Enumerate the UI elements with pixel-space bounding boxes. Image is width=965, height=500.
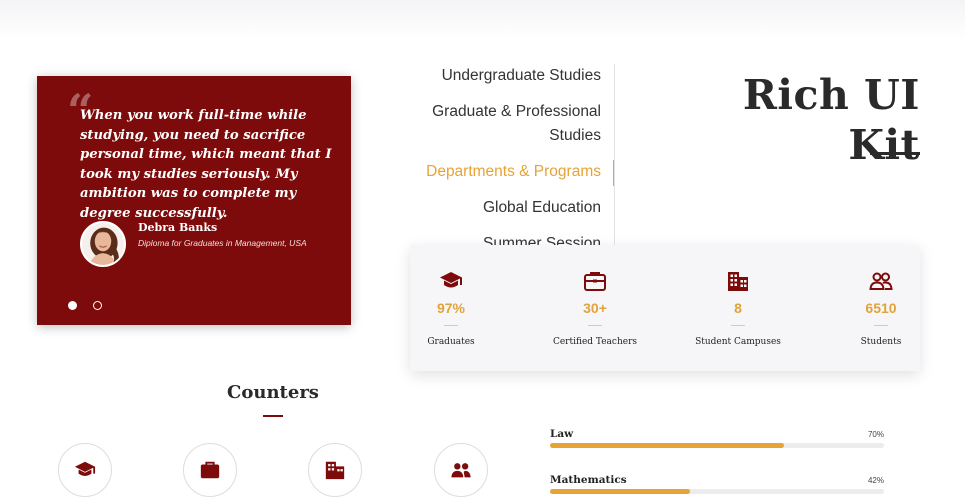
briefcase-icon: [200, 461, 220, 479]
nav-item-4[interactable]: Global Education: [410, 196, 614, 220]
nav-item-5[interactable]: Summer Session: [410, 232, 614, 246]
building-icon: [728, 272, 748, 291]
nav-item-2[interactable]: Graduate & Professional Studies: [410, 100, 614, 148]
counter-circle-students: [434, 443, 488, 497]
graduation-cap-icon: [74, 461, 96, 476]
top-strip: [0, 0, 965, 40]
stat-divider: [874, 325, 888, 326]
author-role: Diploma for Graduates in Management, USA: [138, 238, 307, 248]
author-name: Debra Banks: [138, 221, 218, 234]
progress-track: [550, 443, 884, 448]
progress-track: [550, 489, 884, 494]
title-underline: [870, 152, 920, 155]
nav-item-1[interactable]: Undergraduate Studies: [410, 64, 614, 88]
vertical-nav: Undergraduate Studies Graduate & Professi…: [410, 64, 615, 246]
section-underline: [263, 415, 283, 417]
nav-item-3[interactable]: Departments & Programs: [410, 160, 614, 186]
counter-circle-teachers: [183, 443, 237, 497]
page-title: Rich UI Kit: [742, 71, 920, 169]
progress-fill: [550, 443, 784, 448]
stat-value: 8: [734, 300, 742, 316]
users-icon: [451, 463, 471, 478]
stat-value: 30+: [583, 300, 607, 316]
graduation-cap-icon: [440, 272, 462, 288]
testimonial-quote: When you work full-time while studying, …: [80, 108, 332, 221]
stat-label: Students: [860, 337, 902, 347]
briefcase-icon: [584, 272, 606, 291]
avatar: [80, 221, 126, 267]
stats-panel: 97% Graduates 30+ Certified Teachers 8 S…: [410, 245, 920, 371]
stat-label: Certified Teachers: [552, 337, 638, 347]
progress-percent: 70%: [867, 430, 884, 439]
stat-label: Graduates: [427, 337, 475, 347]
progress-fill: [550, 489, 691, 494]
slider-dot-1[interactable]: [68, 301, 77, 310]
stat-divider: [588, 325, 602, 326]
progress-label: Mathematics: [550, 474, 627, 486]
counter-circle-campuses: [308, 443, 362, 497]
section-title: Counters: [227, 382, 319, 403]
stat-divider: [731, 325, 745, 326]
stat-label: Student Campuses: [695, 337, 781, 347]
testimonial-card: “ When you work full-time while studying…: [37, 76, 351, 325]
users-icon: [869, 272, 893, 290]
progress-percent: 42%: [867, 476, 884, 485]
stat-value: 6510: [865, 300, 897, 316]
building-icon: [325, 461, 345, 480]
stat-divider: [444, 325, 458, 326]
counter-circle-graduates: [58, 443, 112, 497]
progress-label: Law: [550, 428, 574, 440]
slider-dot-2[interactable]: [93, 301, 102, 310]
stat-value: 97%: [436, 300, 466, 316]
